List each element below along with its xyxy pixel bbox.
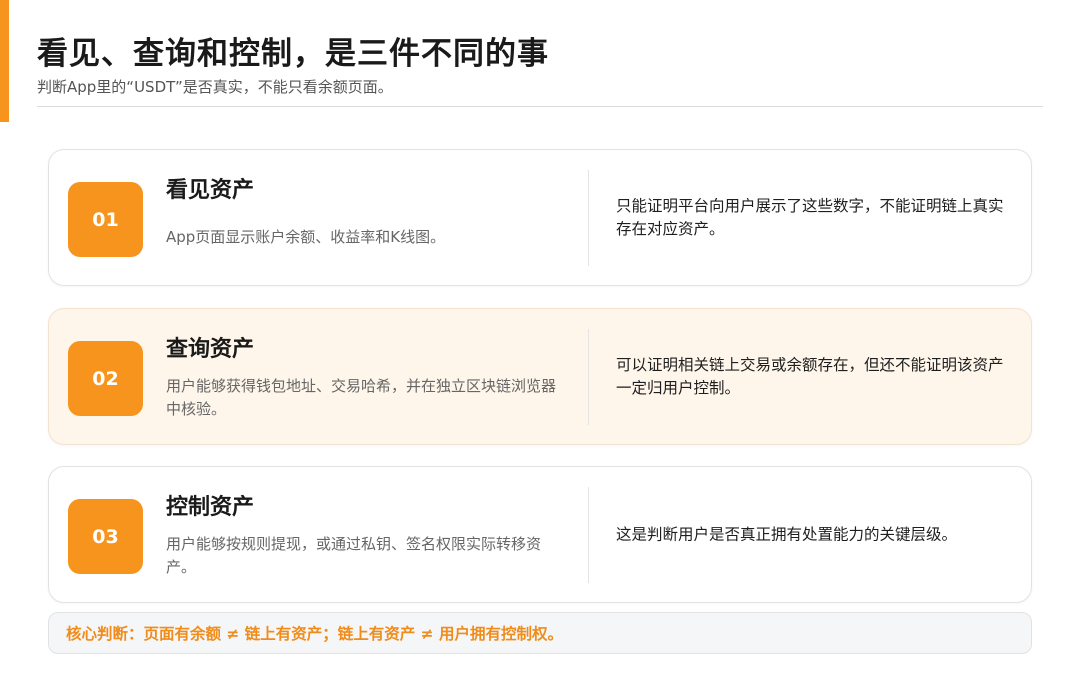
- step-number-badge: 01: [68, 182, 143, 257]
- step-number-badge: 02: [68, 341, 143, 416]
- card-divider: [588, 170, 589, 266]
- card-note: 只能证明平台向用户展示了这些数字，不能证明链上真实存在对应资产。: [616, 196, 1004, 238]
- card-query-assets: 02 查询资产 用户能够获得钱包地址、交易哈希，并在独立区块链浏览器中核验。 可…: [48, 308, 1032, 445]
- core-judgement-box: 核心判断：页面有余额 ≠ 链上有资产；链上有资产 ≠ 用户拥有控制权。: [48, 612, 1032, 654]
- page-title: 看见、查询和控制，是三件不同的事: [37, 36, 549, 72]
- card-note: 这是判断用户是否真正拥有处置能力的关键层级。: [616, 525, 958, 543]
- card-see-assets: 01 看见资产 App页面显示账户余额、收益率和K线图。 只能证明平台向用户展示…: [48, 149, 1032, 286]
- card-description: App页面显示账户余额、收益率和K线图。: [166, 228, 446, 246]
- card-description: 用户能够按规则提现，或通过私钥、签名权限实际转移资产。: [166, 535, 542, 576]
- card-title: 看见资产: [166, 178, 255, 203]
- core-judgement-text: 核心判断：页面有余额 ≠ 链上有资产；链上有资产 ≠ 用户拥有控制权。: [66, 625, 564, 643]
- card-title: 查询资产: [166, 337, 255, 362]
- title-divider: [37, 106, 1043, 107]
- card-title: 控制资产: [166, 495, 255, 520]
- card-divider: [588, 487, 589, 583]
- page-subtitle: 判断App里的“USDT”是否真实，不能只看余额页面。: [37, 78, 393, 96]
- card-description: 用户能够获得钱包地址、交易哈希，并在独立区块链浏览器中核验。: [166, 377, 557, 418]
- step-number-badge: 03: [68, 499, 143, 574]
- card-control-assets: 03 控制资产 用户能够按规则提现，或通过私钥、签名权限实际转移资产。 这是判断…: [48, 466, 1032, 603]
- card-divider: [588, 329, 589, 425]
- card-note: 可以证明相关链上交易或余额存在，但还不能证明该资产一定归用户控制。: [616, 355, 1004, 397]
- accent-bar: [0, 0, 9, 122]
